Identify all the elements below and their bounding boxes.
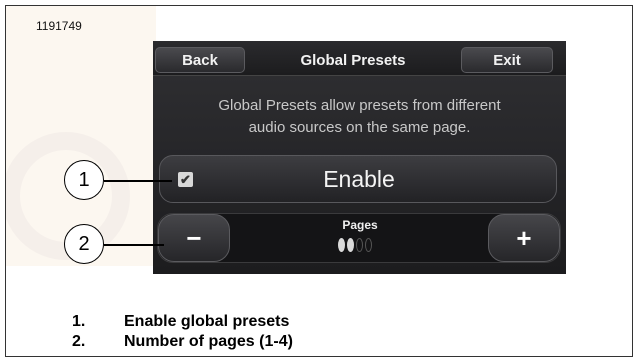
legend-item: 2. Number of pages (1-4) [72,332,293,352]
back-button[interactable]: Back [155,47,245,73]
description: Global Presets allow presets from differ… [153,95,566,139]
top-bar: Back Global Presets Exit [153,41,566,76]
page-dot [365,238,372,252]
screen-title: Global Presets [300,51,406,69]
page-dot [347,238,354,252]
figure-frame: 1191749 Back Global Presets Exit Global … [5,5,633,357]
increase-pages-button[interactable]: + [488,214,560,262]
legend: 1. Enable global presets 2. Number of pa… [72,312,293,352]
pages-stepper: − Pages + [157,213,561,263]
legend-text: Number of pages (1-4) [124,333,293,350]
legend-text: Enable global presets [124,313,290,330]
enable-button[interactable]: ✔ Enable [159,155,557,203]
page-dot [338,238,345,252]
description-line-2: audio sources on the same page. [248,119,471,136]
legend-item: 1. Enable global presets [72,312,293,332]
callout-1-leader [104,180,172,182]
radio-screen: Back Global Presets Exit Global Presets … [153,41,566,274]
enable-label: Enable [323,165,395,192]
legend-number: 2. [72,333,86,350]
legend-number: 1. [72,313,86,330]
callout-2: 2 [64,224,104,264]
callout-1: 1 [64,160,104,200]
description-line-1: Global Presets allow presets from differ… [218,97,501,114]
figure-id: 1191749 [36,19,82,33]
page-dot [356,238,363,252]
exit-button[interactable]: Exit [461,47,553,73]
callout-2-leader [104,244,164,246]
page-indicator [336,238,386,254]
